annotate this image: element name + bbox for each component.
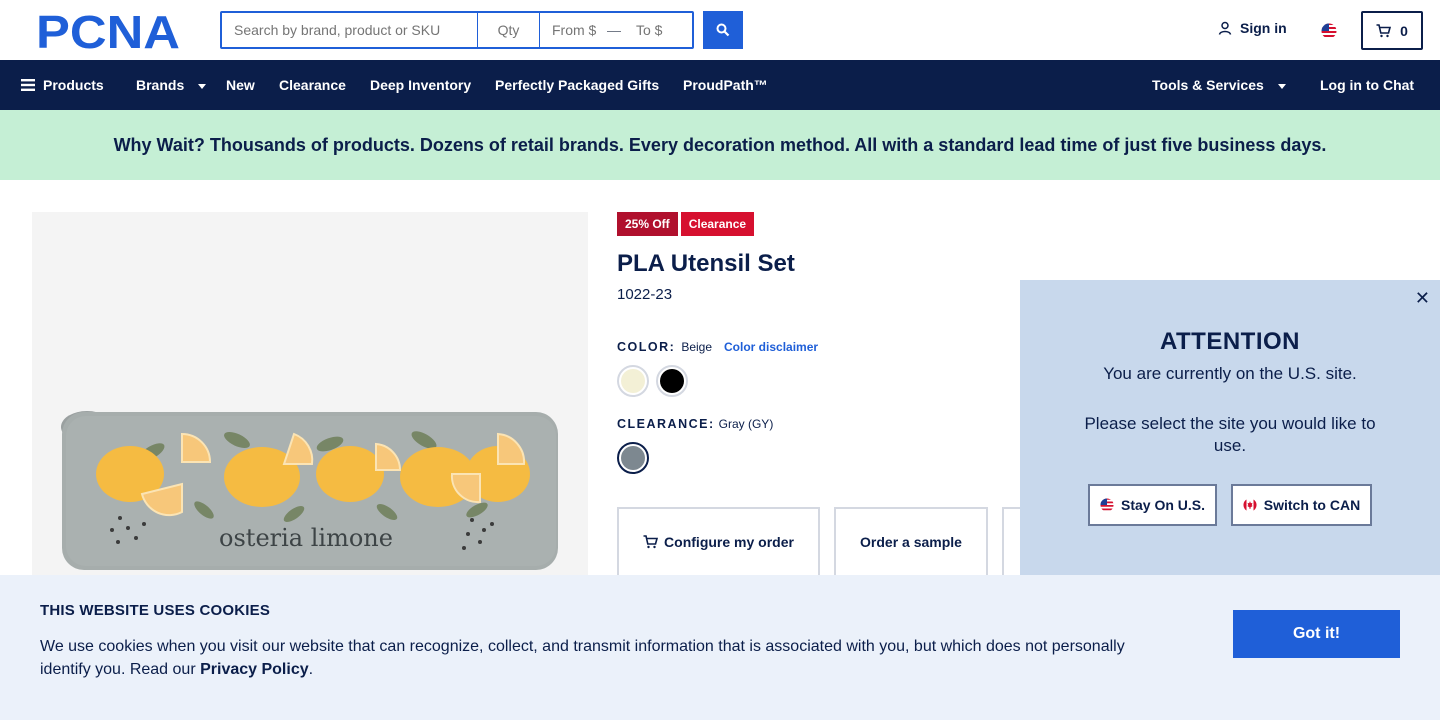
product-badges: 25% Off Clearance [617, 212, 755, 236]
swatch-gray-dot [621, 446, 645, 470]
close-icon[interactable]: ✕ [1415, 288, 1430, 309]
nav-products-label: Products [43, 77, 104, 93]
range-dash: — [607, 22, 621, 38]
swatch-black-dot [660, 369, 684, 393]
product-sku: 1022-23 [617, 286, 673, 303]
nav-brands[interactable]: Brands [136, 77, 207, 93]
attention-title: ATTENTION [1159, 328, 1301, 355]
user-icon [1218, 21, 1232, 35]
nav-proudpath-label: ProudPath™ [683, 77, 768, 93]
promo-banner: Why Wait? Thousands of products. Dozens … [0, 110, 1440, 180]
discount-badge: 25% Off [617, 212, 678, 236]
clearance-badge: Clearance [680, 212, 755, 236]
us-flag-icon [1100, 498, 1114, 512]
configure-order-button[interactable]: Configure my order [617, 507, 820, 577]
chevron-down-icon [198, 83, 207, 89]
qty-input[interactable] [478, 13, 540, 47]
canada-flag-icon [1243, 498, 1257, 512]
clearance-label: CLEARANCE: [617, 417, 715, 431]
clearance-value: Gray (GY) [718, 417, 774, 431]
got-it-button[interactable]: Got it! [1233, 610, 1400, 658]
order-sample-label: Order a sample [860, 534, 962, 550]
nav-proudpath[interactable]: ProudPath™ [683, 77, 768, 93]
cookie-text: We use cookies when you visit our websit… [40, 635, 1160, 681]
chevron-down-icon [1277, 83, 1286, 89]
configure-order-label: Configure my order [664, 534, 794, 550]
top-bar: PCNA — Sign in [0, 0, 1440, 60]
utensil-case-illustration: osteria limone [61, 411, 558, 570]
cart-icon [1376, 23, 1392, 37]
product-image[interactable]: osteria limone [32, 212, 588, 576]
attention-message-current: You are currently on the U.S. site. [1103, 364, 1357, 383]
search-input[interactable] [222, 13, 478, 47]
order-sample-button[interactable]: Order a sample [834, 507, 988, 577]
cookie-title: THIS WEBSITE USES COOKIES [40, 602, 271, 619]
sign-in-link[interactable]: Sign in [1218, 20, 1287, 36]
search-icon [716, 23, 730, 37]
attention-message-select: Please select the site you would like to… [1084, 414, 1376, 455]
logo-text: PCNA [36, 11, 180, 51]
nav-clearance[interactable]: Clearance [279, 77, 346, 93]
nav-products[interactable]: Products [21, 77, 104, 93]
stay-us-button[interactable]: Stay On U.S. [1088, 484, 1217, 526]
nav-new[interactable]: New [226, 77, 255, 93]
search-bar: — [220, 11, 694, 49]
cart-button[interactable]: 0 [1361, 11, 1423, 50]
stay-us-label: Stay On U.S. [1120, 497, 1206, 513]
switch-can-button[interactable]: Switch to CAN [1231, 484, 1372, 526]
nav-deep-inventory[interactable]: Deep Inventory [370, 77, 471, 93]
swatch-beige[interactable] [617, 365, 649, 397]
price-from-input[interactable] [540, 13, 604, 47]
site-selector-popup: ✕ ATTENTION You are currently on the U.S… [1020, 280, 1440, 576]
color-disclaimer-link[interactable]: Color disclaimer [724, 340, 818, 354]
nav-gifts-label: Perfectly Packaged Gifts [495, 77, 660, 93]
price-to-input[interactable] [624, 13, 692, 47]
clearance-row: CLEARANCE: Gray (GY) [617, 417, 773, 431]
cookie-text-end: . [308, 661, 314, 678]
cookie-banner: THIS WEBSITE USES COOKIES We use cookies… [0, 575, 1440, 720]
nav-clearance-label: Clearance [279, 77, 346, 93]
nav-tools-label: Tools & Services [1152, 77, 1264, 93]
sign-in-label: Sign in [1240, 20, 1287, 36]
cart-icon [643, 535, 659, 549]
nav-chat-label: Log in to Chat [1320, 77, 1415, 93]
nav-new-label: New [226, 77, 255, 93]
color-label: COLOR: [617, 340, 676, 354]
nav-deep-inventory-label: Deep Inventory [370, 77, 472, 93]
switch-can-label: Switch to CAN [1263, 497, 1361, 513]
privacy-policy-link[interactable]: Privacy Policy [200, 661, 309, 678]
swatch-beige-dot [621, 369, 645, 393]
main-nav: Products Brands New Clearance Deep Inven… [0, 60, 1440, 110]
color-row: COLOR: Beige Color disclaimer [617, 340, 818, 354]
swatch-black[interactable] [656, 365, 688, 397]
us-flag-icon[interactable] [1321, 23, 1337, 39]
nav-brands-label: Brands [136, 77, 185, 93]
product-title: PLA Utensil Set [617, 250, 795, 277]
search-button[interactable] [703, 11, 743, 49]
nav-tools[interactable]: Tools & Services [1152, 77, 1286, 93]
cart-count: 0 [1400, 22, 1408, 39]
nav-chat[interactable]: Log in to Chat [1320, 77, 1414, 93]
image-caption: osteria limone [219, 524, 393, 552]
swatch-gray[interactable] [617, 442, 649, 474]
pcna-logo[interactable]: PCNA [36, 11, 184, 51]
color-value: Beige [681, 340, 713, 354]
menu-icon [21, 79, 35, 91]
nav-gifts[interactable]: Perfectly Packaged Gifts [495, 77, 659, 93]
promo-text: Why Wait? Thousands of products. Dozens … [113, 134, 1327, 155]
